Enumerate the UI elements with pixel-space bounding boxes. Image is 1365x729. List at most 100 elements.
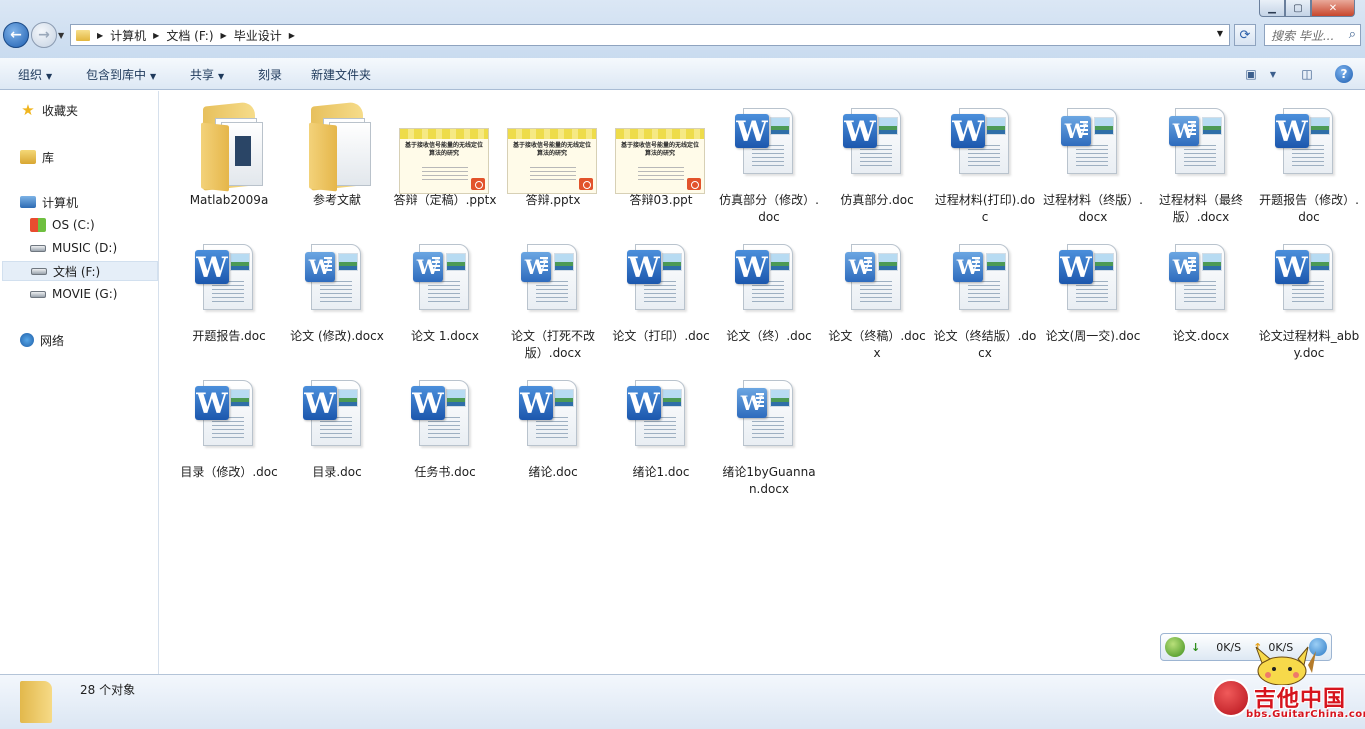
burn-button[interactable]: 刻录 [258, 66, 282, 83]
organize-menu[interactable]: 组织 ▼ [18, 66, 52, 83]
folder-icon [283, 96, 391, 192]
preview-pane-button[interactable]: ◫ [1296, 63, 1318, 85]
recent-pages-dropdown[interactable]: ▼ [58, 31, 64, 40]
file-item[interactable]: W 开题报告.doc [175, 232, 283, 345]
chevron-down-icon: ▼ [46, 72, 53, 81]
address-bar[interactable]: ▶ 计算机 ▶ 文档 (F:) ▶ 毕业设计 ▶ ▼ [70, 24, 1230, 46]
file-name: 论文过程材料_abby.doc [1258, 329, 1360, 360]
file-item[interactable]: W 任务书.doc [391, 368, 499, 481]
ppt-slide-title: 基于接收信号能量的无线定位算法的研究 [620, 142, 699, 157]
file-item[interactable]: 基于接收信号能量的无线定位算法的研究 答辩03.ppt [607, 96, 715, 209]
share-menu[interactable]: 共享 ▼ [190, 66, 224, 83]
nav-drive-g[interactable]: MOVIE (G:) [30, 284, 117, 304]
powerpoint-thumbnail-icon: 基于接收信号能量的无线定位算法的研究 [499, 96, 607, 194]
title-bar: ▁ ▢ ✕ ← → ▼ ▶ 计算机 ▶ 文档 (F:) ▶ 毕业设计 ▶ ▼ ⟳… [0, 0, 1365, 58]
file-item[interactable]: W 过程材料（终版）.docx [1039, 96, 1147, 226]
file-name: 论文（打印）.doc [612, 329, 710, 343]
address-dropdown-icon[interactable]: ▼ [1217, 29, 1223, 38]
nav-drive-c[interactable]: OS (C:) [30, 215, 95, 235]
file-name: 开题报告.doc [192, 329, 266, 343]
maximize-button[interactable]: ▢ [1285, 0, 1311, 17]
close-button[interactable]: ✕ [1311, 0, 1355, 17]
word-doc-icon: W [607, 232, 715, 328]
file-item[interactable]: W 绪论1byGuannan.docx [715, 368, 823, 498]
file-item[interactable]: W 仿真部分.doc [823, 96, 931, 209]
ppt-slide-title: 基于接收信号能量的无线定位算法的研究 [512, 142, 591, 157]
forward-button[interactable]: → [31, 22, 57, 48]
word-doc-icon: W [283, 368, 391, 464]
preview-pane-icon: ◫ [1301, 67, 1313, 81]
file-item[interactable]: W 论文（终）.doc [715, 232, 823, 345]
nav-drive-d[interactable]: MUSIC (D:) [30, 238, 117, 258]
file-item[interactable]: W 绪论1.doc [607, 368, 715, 481]
file-item[interactable]: 基于接收信号能量的无线定位算法的研究 答辩.pptx [499, 96, 607, 209]
file-item[interactable]: W 目录（修改）.doc [175, 368, 283, 481]
word-docx-icon: W [1039, 96, 1147, 192]
help-button[interactable]: ? [1333, 63, 1355, 85]
file-item[interactable]: W 论文（打死不改版）.docx [499, 232, 607, 362]
breadcrumb-drive-f[interactable]: 文档 (F:) [166, 27, 213, 44]
file-item[interactable]: 基于接收信号能量的无线定位算法的研究 答辩（定稿）.pptx [391, 96, 499, 209]
file-item[interactable]: W 开题报告（修改）.doc [1255, 96, 1363, 226]
file-name: 论文（终稿）.docx [828, 329, 926, 360]
search-input[interactable]: 搜索 毕业... ⌕ [1264, 24, 1361, 46]
file-name: 参考文献 [312, 193, 361, 207]
watermark-url: bbs.GuitarChina.com [1246, 709, 1365, 720]
word-docx-icon: W [391, 232, 499, 328]
nav-favorites[interactable]: ★ 收藏夹 [20, 100, 78, 120]
file-name: 论文(周一交).doc [1045, 329, 1141, 343]
speed-ball-icon [1165, 637, 1185, 657]
computer-icon [20, 196, 36, 208]
word-doc-icon: W [1255, 232, 1363, 328]
chevron-right-icon[interactable]: ▶ [221, 31, 227, 40]
file-name: 绪论1.doc [632, 465, 690, 479]
command-bar: 组织 ▼ 包含到库中 ▼ 共享 ▼ 刻录 新建文件夹 ▣ ▼ ◫ ? [0, 58, 1365, 90]
file-item[interactable]: W 论文(周一交).doc [1039, 232, 1147, 345]
file-item[interactable]: W 论文（终稿）.docx [823, 232, 931, 362]
new-folder-button[interactable]: 新建文件夹 [311, 66, 371, 83]
file-item[interactable]: W 论文过程材料_abby.doc [1255, 232, 1363, 362]
file-item[interactable]: W 论文（打印）.doc [607, 232, 715, 345]
file-item[interactable]: W 过程材料(打印).doc [931, 96, 1039, 226]
file-item[interactable]: Matlab2009a [175, 96, 283, 209]
change-view-button[interactable]: ▣ [1239, 63, 1263, 85]
powerpoint-thumbnail-icon: 基于接收信号能量的无线定位算法的研究 [391, 96, 499, 194]
file-item[interactable]: W 绪论.doc [499, 368, 607, 481]
nav-drive-f[interactable]: 文档 (F:) [2, 261, 158, 281]
file-name: 仿真部分（修改）.doc [719, 193, 819, 224]
file-item[interactable]: 参考文献 [283, 96, 391, 209]
file-item[interactable]: W 论文 (修改).docx [283, 232, 391, 345]
mascot-icon [1255, 646, 1316, 685]
site-logo-icon [1212, 679, 1250, 717]
chevron-right-icon[interactable]: ▶ [153, 31, 159, 40]
breadcrumb-graduation-design[interactable]: 毕业设计 [234, 27, 282, 44]
drive-icon [30, 244, 46, 252]
file-name: 答辩（定稿）.pptx [393, 193, 497, 207]
site-watermark: 吉他中国 bbs.GuitarChina.com [1206, 645, 1365, 729]
word-doc-icon: W [715, 232, 823, 328]
word-doc-icon: W [931, 96, 1039, 192]
file-item[interactable]: W 论文（终结版）.docx [931, 232, 1039, 362]
word-doc-icon: W [1039, 232, 1147, 328]
file-name: Matlab2009a [189, 193, 269, 207]
view-options-dropdown[interactable]: ▼ [1266, 63, 1280, 85]
minimize-button[interactable]: ▁ [1259, 0, 1285, 17]
nav-network[interactable]: 网络 [20, 330, 64, 350]
chevron-right-icon[interactable]: ▶ [289, 31, 295, 40]
search-icon[interactable]: ⌕ [1349, 27, 1356, 42]
file-item[interactable]: W 过程材料（最终版）.docx [1147, 96, 1255, 226]
file-item[interactable]: W 目录.doc [283, 368, 391, 481]
refresh-button[interactable]: ⟳ [1234, 24, 1256, 46]
word-doc-icon: W [607, 368, 715, 464]
file-name: 论文（终）.doc [726, 329, 812, 343]
file-item[interactable]: W 仿真部分（修改）.doc [715, 96, 823, 226]
chevron-right-icon[interactable]: ▶ [97, 31, 103, 40]
include-in-library-menu[interactable]: 包含到库中 ▼ [86, 66, 156, 83]
back-button[interactable]: ← [3, 22, 29, 48]
nav-computer[interactable]: 计算机 [20, 192, 78, 212]
nav-libraries[interactable]: 库 [20, 147, 54, 167]
file-item[interactable]: W 论文 1.docx [391, 232, 499, 345]
word-doc-icon: W [391, 368, 499, 464]
breadcrumb-computer[interactable]: 计算机 [110, 27, 146, 44]
file-item[interactable]: W 论文.docx [1147, 232, 1255, 345]
